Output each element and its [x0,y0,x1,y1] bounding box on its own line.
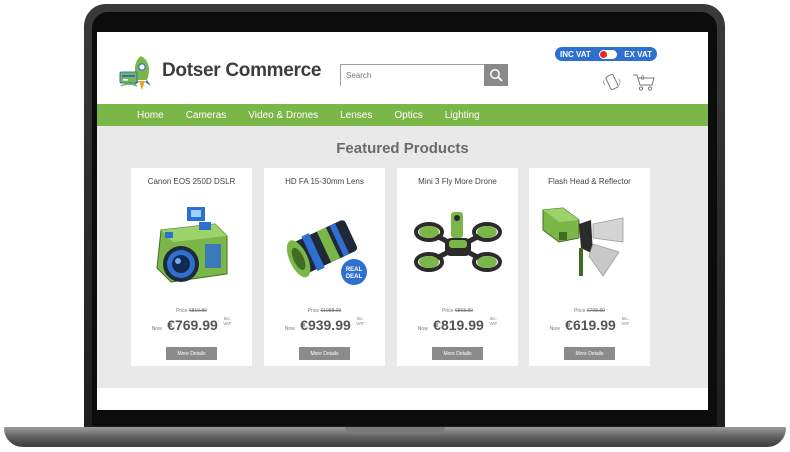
cart-count: 0 [641,76,645,82]
was-price-label: Price [307,308,320,314]
product-card[interactable]: Flash Head & Reflector Price €798.80 Now… [529,168,650,366]
nav-item-optics[interactable]: Optics [394,110,422,121]
now-label: Now [549,326,560,332]
was-price: Price €868.80 [397,308,518,314]
was-price-label: Price [574,308,586,314]
was-price-amount: €1088.00 [320,308,342,314]
vat-note: Inc. VAT [621,316,629,326]
search-input[interactable] [341,65,484,86]
vat-note-line2: VAT [223,321,232,326]
flash-head-image[interactable] [539,202,640,292]
real-deal-badge-line2: DEAL [346,274,363,280]
vat-toggle[interactable]: INC VAT EX VAT [555,47,657,61]
main-nav: Home Cameras Video & Drones Lenses Optic… [97,104,708,126]
now-price: Now €819.99 Inc. VAT [397,316,518,335]
now-price-amount: €939.99 [300,317,351,333]
product-name[interactable]: HD FA 15-30mm Lens [264,177,385,186]
now-label: Now [151,326,162,332]
vat-note-line2: VAT [489,321,498,326]
vat-note-line2: VAT [356,321,365,326]
nav-item-lighting[interactable]: Lighting [445,110,480,121]
more-details-button[interactable]: More Details [166,347,217,360]
inc-vat-label: INC VAT [560,49,591,59]
nav-item-cameras[interactable]: Cameras [186,110,227,121]
cart-icon[interactable] [632,72,656,92]
featured-section: Featured Products Canon EOS 250D DSLR Pr… [97,126,708,388]
more-details-button[interactable]: More Details [432,347,483,360]
rocket-logo-icon[interactable] [117,52,161,94]
was-price-amount: €819.80 [188,308,207,314]
ex-vat-label: EX VAT [624,49,652,59]
brand-name[interactable]: Dotser Commerce [162,60,321,82]
was-price-label: Price [442,308,454,314]
section-title: Featured Products [336,140,469,157]
camera-image[interactable] [141,202,242,292]
vat-note: Inc. VAT [356,316,364,326]
product-card[interactable]: HD FA 15-30mm Lens REAL DEAL Price €1088… [264,168,385,366]
was-price: Price €1088.00 [264,308,385,314]
was-price: Price €798.80 [529,308,650,314]
vat-switch-knob [599,50,607,58]
nav-item-video-drones[interactable]: Video & Drones [248,110,318,121]
now-price-amount: €619.99 [565,317,616,333]
now-price: Now €619.99 Inc. VAT [529,316,650,335]
now-price-amount: €769.99 [167,317,218,333]
nav-item-home[interactable]: Home [137,110,164,121]
vat-note: Inc. VAT [489,316,497,326]
nav-item-lenses[interactable]: Lenses [340,110,372,121]
more-details-button[interactable]: More Details [564,347,615,360]
now-label: Now [284,326,295,332]
now-label: Now [417,326,428,332]
now-price-amount: €819.99 [433,317,484,333]
vat-switch[interactable] [598,49,617,59]
real-deal-badge-line1: REAL [346,267,363,273]
product-name[interactable]: Mini 3 Fly More Drone [397,177,518,186]
was-price-label: Price [176,308,188,314]
search-icon [490,69,503,82]
now-price: Now €769.99 Inc. VAT [131,316,252,335]
lens-image[interactable]: REAL DEAL [274,202,375,292]
product-card[interactable]: Canon EOS 250D DSLR Price €819.80 Now €7… [131,168,252,366]
now-price: Now €939.99 Inc. VAT [264,316,385,335]
search-field[interactable] [340,64,485,86]
product-card[interactable]: Mini 3 Fly More Drone Price €868.80 Now … [397,168,518,366]
product-name[interactable]: Canon EOS 250D DSLR [131,177,252,186]
browser-screen: Dotser Commerce INC VAT EX VAT 0 Home [97,32,708,410]
phone-icon[interactable] [602,72,622,92]
vat-note: Inc. VAT [223,316,231,326]
more-details-button[interactable]: More Details [299,347,350,360]
laptop-notch [345,427,445,434]
search-button[interactable] [484,64,508,86]
footer-strip [97,388,708,410]
was-price: Price €819.80 [131,308,252,314]
was-price-amount: €798.80 [586,308,605,314]
product-name[interactable]: Flash Head & Reflector [529,177,650,186]
vat-note-line2: VAT [621,321,630,326]
drone-image[interactable] [407,202,508,292]
was-price-amount: €868.80 [454,308,473,314]
